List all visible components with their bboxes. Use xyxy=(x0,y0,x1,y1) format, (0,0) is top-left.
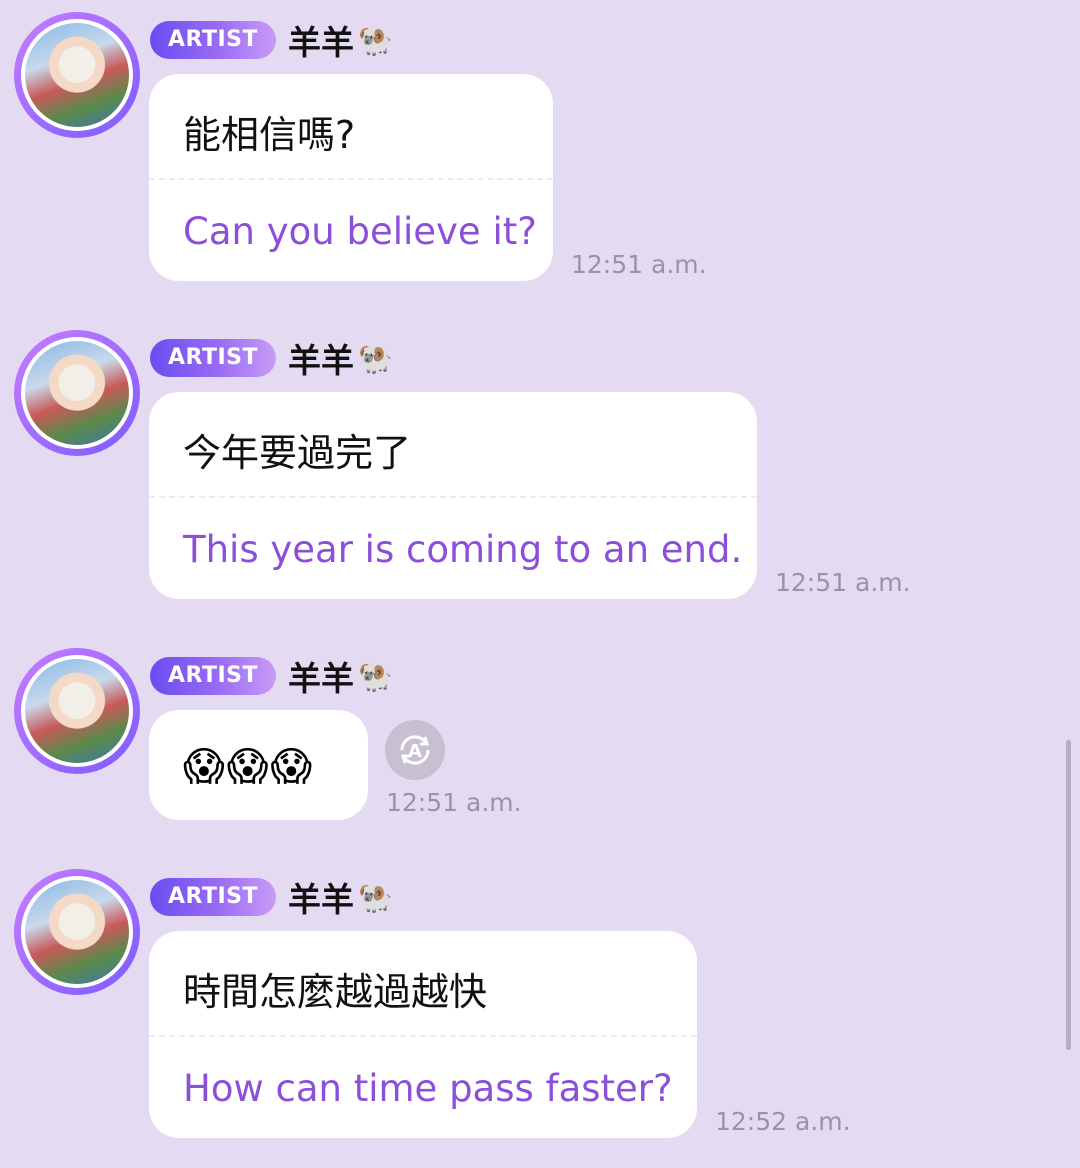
avatar-photo xyxy=(25,880,129,984)
emoji-content: 😱😱😱 xyxy=(183,744,315,790)
message-time: 12:51 a.m. xyxy=(571,250,707,279)
avatar-photo xyxy=(25,23,129,127)
artist-badge: ARTIST xyxy=(150,339,277,377)
sender-name-text: 羊羊 xyxy=(288,659,355,698)
message-time: 12:51 a.m. xyxy=(775,568,911,597)
message-item: ARTIST 羊羊 🐏 今年要過完了 This year is coming to… xyxy=(0,318,1080,618)
artist-avatar[interactable] xyxy=(14,648,140,774)
message-item: ARTIST 羊羊 🐏 能相信嗎? Can you believe it? 12:… xyxy=(0,0,1080,300)
translated-text: How can time pass faster? xyxy=(183,1067,673,1110)
sender-name[interactable]: 羊羊 🐏 xyxy=(288,873,393,921)
sender-name[interactable]: 羊羊 🐏 xyxy=(288,16,393,64)
original-text: 時間怎麼越過越快 xyxy=(183,970,488,1014)
scrollbar[interactable] xyxy=(1066,740,1071,1050)
translation-divider xyxy=(149,496,757,498)
sheep-icon: 🐏 xyxy=(358,659,393,693)
message-time: 12:52 a.m. xyxy=(715,1107,851,1136)
translate-icon: A xyxy=(400,735,430,765)
sender-name-text: 羊羊 xyxy=(288,341,355,380)
artist-badge: ARTIST xyxy=(150,657,277,695)
artist-avatar[interactable] xyxy=(14,869,140,995)
artist-badge: ARTIST xyxy=(150,878,277,916)
original-text: 能相信嗎? xyxy=(183,113,356,157)
artist-avatar[interactable] xyxy=(14,330,140,456)
message-header: ARTIST 羊羊 🐏 xyxy=(150,20,393,62)
sheep-icon: 🐏 xyxy=(358,341,393,375)
message-bubble[interactable]: 能相信嗎? Can you believe it? xyxy=(149,74,553,281)
emoji-bubble[interactable]: 😱😱😱 xyxy=(149,710,368,820)
sender-name-text: 羊羊 xyxy=(288,880,355,919)
original-text: 今年要過完了 xyxy=(183,431,412,475)
artist-badge: ARTIST xyxy=(150,21,277,59)
translated-text: Can you believe it? xyxy=(183,210,537,253)
translation-divider xyxy=(149,178,553,180)
avatar-photo xyxy=(25,659,129,763)
translate-button[interactable]: A xyxy=(385,720,445,780)
message-header: ARTIST 羊羊 🐏 xyxy=(150,338,393,380)
message-bubble[interactable]: 今年要過完了 This year is coming to an end. xyxy=(149,392,757,599)
avatar-photo xyxy=(25,341,129,445)
message-item: ARTIST 羊羊 🐏 時間怎麼越過越快 How can time pass fa… xyxy=(0,857,1080,1157)
message-time: 12:51 a.m. xyxy=(386,788,522,817)
sheep-icon: 🐏 xyxy=(358,23,393,57)
translation-divider xyxy=(149,1035,697,1037)
sheep-icon: 🐏 xyxy=(358,880,393,914)
message-header: ARTIST 羊羊 🐏 xyxy=(150,877,393,919)
artist-avatar[interactable] xyxy=(14,12,140,138)
svg-text:A: A xyxy=(408,741,422,762)
message-bubble[interactable]: 時間怎麼越過越快 How can time pass faster? xyxy=(149,931,697,1138)
sender-name-text: 羊羊 xyxy=(288,23,355,62)
message-item: ARTIST 羊羊 🐏 😱😱😱 A 12:51 a.m. xyxy=(0,636,1080,836)
message-header: ARTIST 羊羊 🐏 xyxy=(150,656,393,698)
sender-name[interactable]: 羊羊 🐏 xyxy=(288,652,393,700)
translated-text: This year is coming to an end. xyxy=(183,528,743,571)
sender-name[interactable]: 羊羊 🐏 xyxy=(288,334,393,382)
